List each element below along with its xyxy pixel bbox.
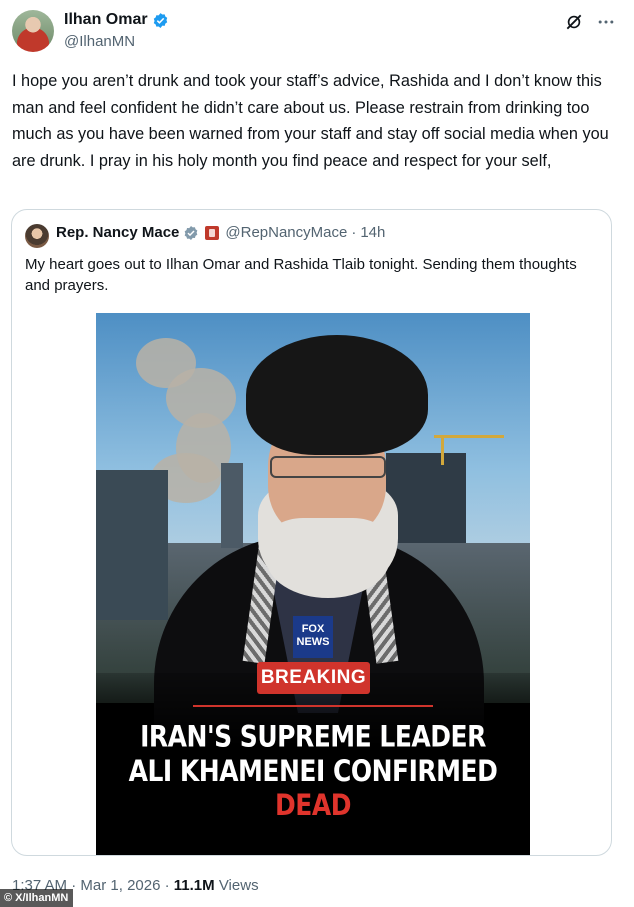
quote-separator: · [351,224,357,241]
media-crane [434,435,504,438]
author-avatar[interactable] [12,10,54,52]
author-name-text[interactable]: Ilhan Omar [64,11,148,29]
views-label: Views [218,877,259,894]
media-building [221,463,243,548]
quote-text: My heart goes out to Ilhan Omar and Rash… [25,256,577,294]
media-building [96,470,168,620]
tweet-text: I hope you aren’t drunk and took your st… [12,72,614,170]
fox-logo-line2: NEWS [296,636,330,648]
media-building [386,453,466,543]
quote-time[interactable]: 14h [360,224,385,241]
image-watermark: © X/IlhanMN [0,889,74,907]
verified-badge-icon [153,12,167,28]
quote-tweet-card[interactable]: Rep. Nancy Mace @RepNancyMace · 14h My h… [11,209,612,856]
headline-line1: IRAN'S SUPREME LEADER [140,719,486,754]
tweet-date[interactable]: Mar 1, 2026 [80,877,160,894]
author-name[interactable]: Ilhan Omar [64,11,169,29]
verified-badge-icon [185,225,198,240]
quote-author-handle[interactable]: @RepNancyMace [225,224,347,241]
views-count: 11.1M [173,877,215,894]
quote-header: Rep. Nancy Mace @RepNancyMace · 14h [56,224,385,241]
media-figure-turban [246,335,428,455]
headline-divider [193,705,433,707]
tweet-actions-top [564,12,616,32]
quote-author-avatar[interactable] [25,224,49,248]
meta-separator: · [164,877,170,894]
media-figure-beard [266,518,390,598]
headline-line2: ALI KHAMENEI CONFIRMED DEAD [96,754,530,822]
media-crane [441,435,444,465]
headline-line2-main: ALI KHAMENEI CONFIRMED [128,753,498,788]
headline-line2-emphasis: DEAD [275,788,351,823]
more-icon[interactable] [596,12,616,32]
fox-logo-line1: FOX [301,623,325,635]
quote-author-name[interactable]: Rep. Nancy Mace [56,224,179,241]
media-figure-glasses [270,456,386,478]
breaking-banner: BREAKING [257,662,370,694]
government-badge-icon [205,225,220,240]
quote-media-image[interactable]: FOX NEWS BREAKING IRAN'S SUPREME LEADER … [96,313,530,855]
fox-news-logo: FOX NEWS [293,616,333,658]
author-handle[interactable]: @IlhanMN [64,33,135,50]
grok-icon[interactable] [564,12,584,32]
